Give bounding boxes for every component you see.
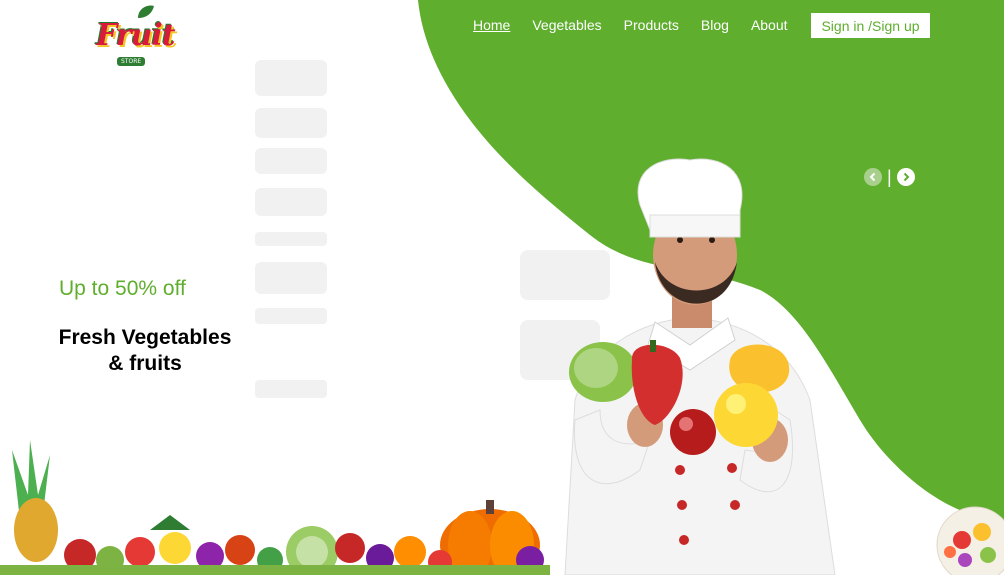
nav-link-about[interactable]: About [751, 17, 788, 33]
carousel-controls: | [864, 168, 915, 186]
carousel-next-button[interactable] [896, 168, 915, 186]
hero-offer-text: Up to 50% off [59, 277, 186, 300]
carousel-separator: | [887, 167, 892, 187]
carousel-prev-button[interactable] [864, 168, 882, 186]
hero-headline-line2: & fruits [108, 352, 182, 375]
hero-section: Fruit STORE Home Vegetables Products Blo… [0, 0, 1004, 575]
hero-headline-line1: Fresh Vegetables [58, 326, 232, 349]
main-navigation: Home Vegetables Products Blog About [473, 17, 810, 33]
chevron-left-icon [869, 172, 876, 182]
hero-headline: Fresh Vegetables & fruits [40, 325, 250, 377]
nav-link-vegetables[interactable]: Vegetables [532, 17, 601, 33]
fruit-bowl-image [936, 506, 1004, 575]
sign-in-button[interactable]: Sign in /Sign up [811, 13, 930, 38]
fruit-store-logo[interactable]: Fruit STORE [90, 4, 176, 74]
chevron-right-icon [903, 172, 910, 182]
nav-link-products[interactable]: Products [624, 17, 679, 33]
logo-wordmark: Fruit [96, 18, 176, 53]
nav-link-home[interactable]: Home [473, 17, 510, 33]
vegetable-pile-image [0, 440, 550, 575]
nav-link-blog[interactable]: Blog [701, 17, 729, 33]
logo-subtitle: STORE [117, 57, 146, 66]
